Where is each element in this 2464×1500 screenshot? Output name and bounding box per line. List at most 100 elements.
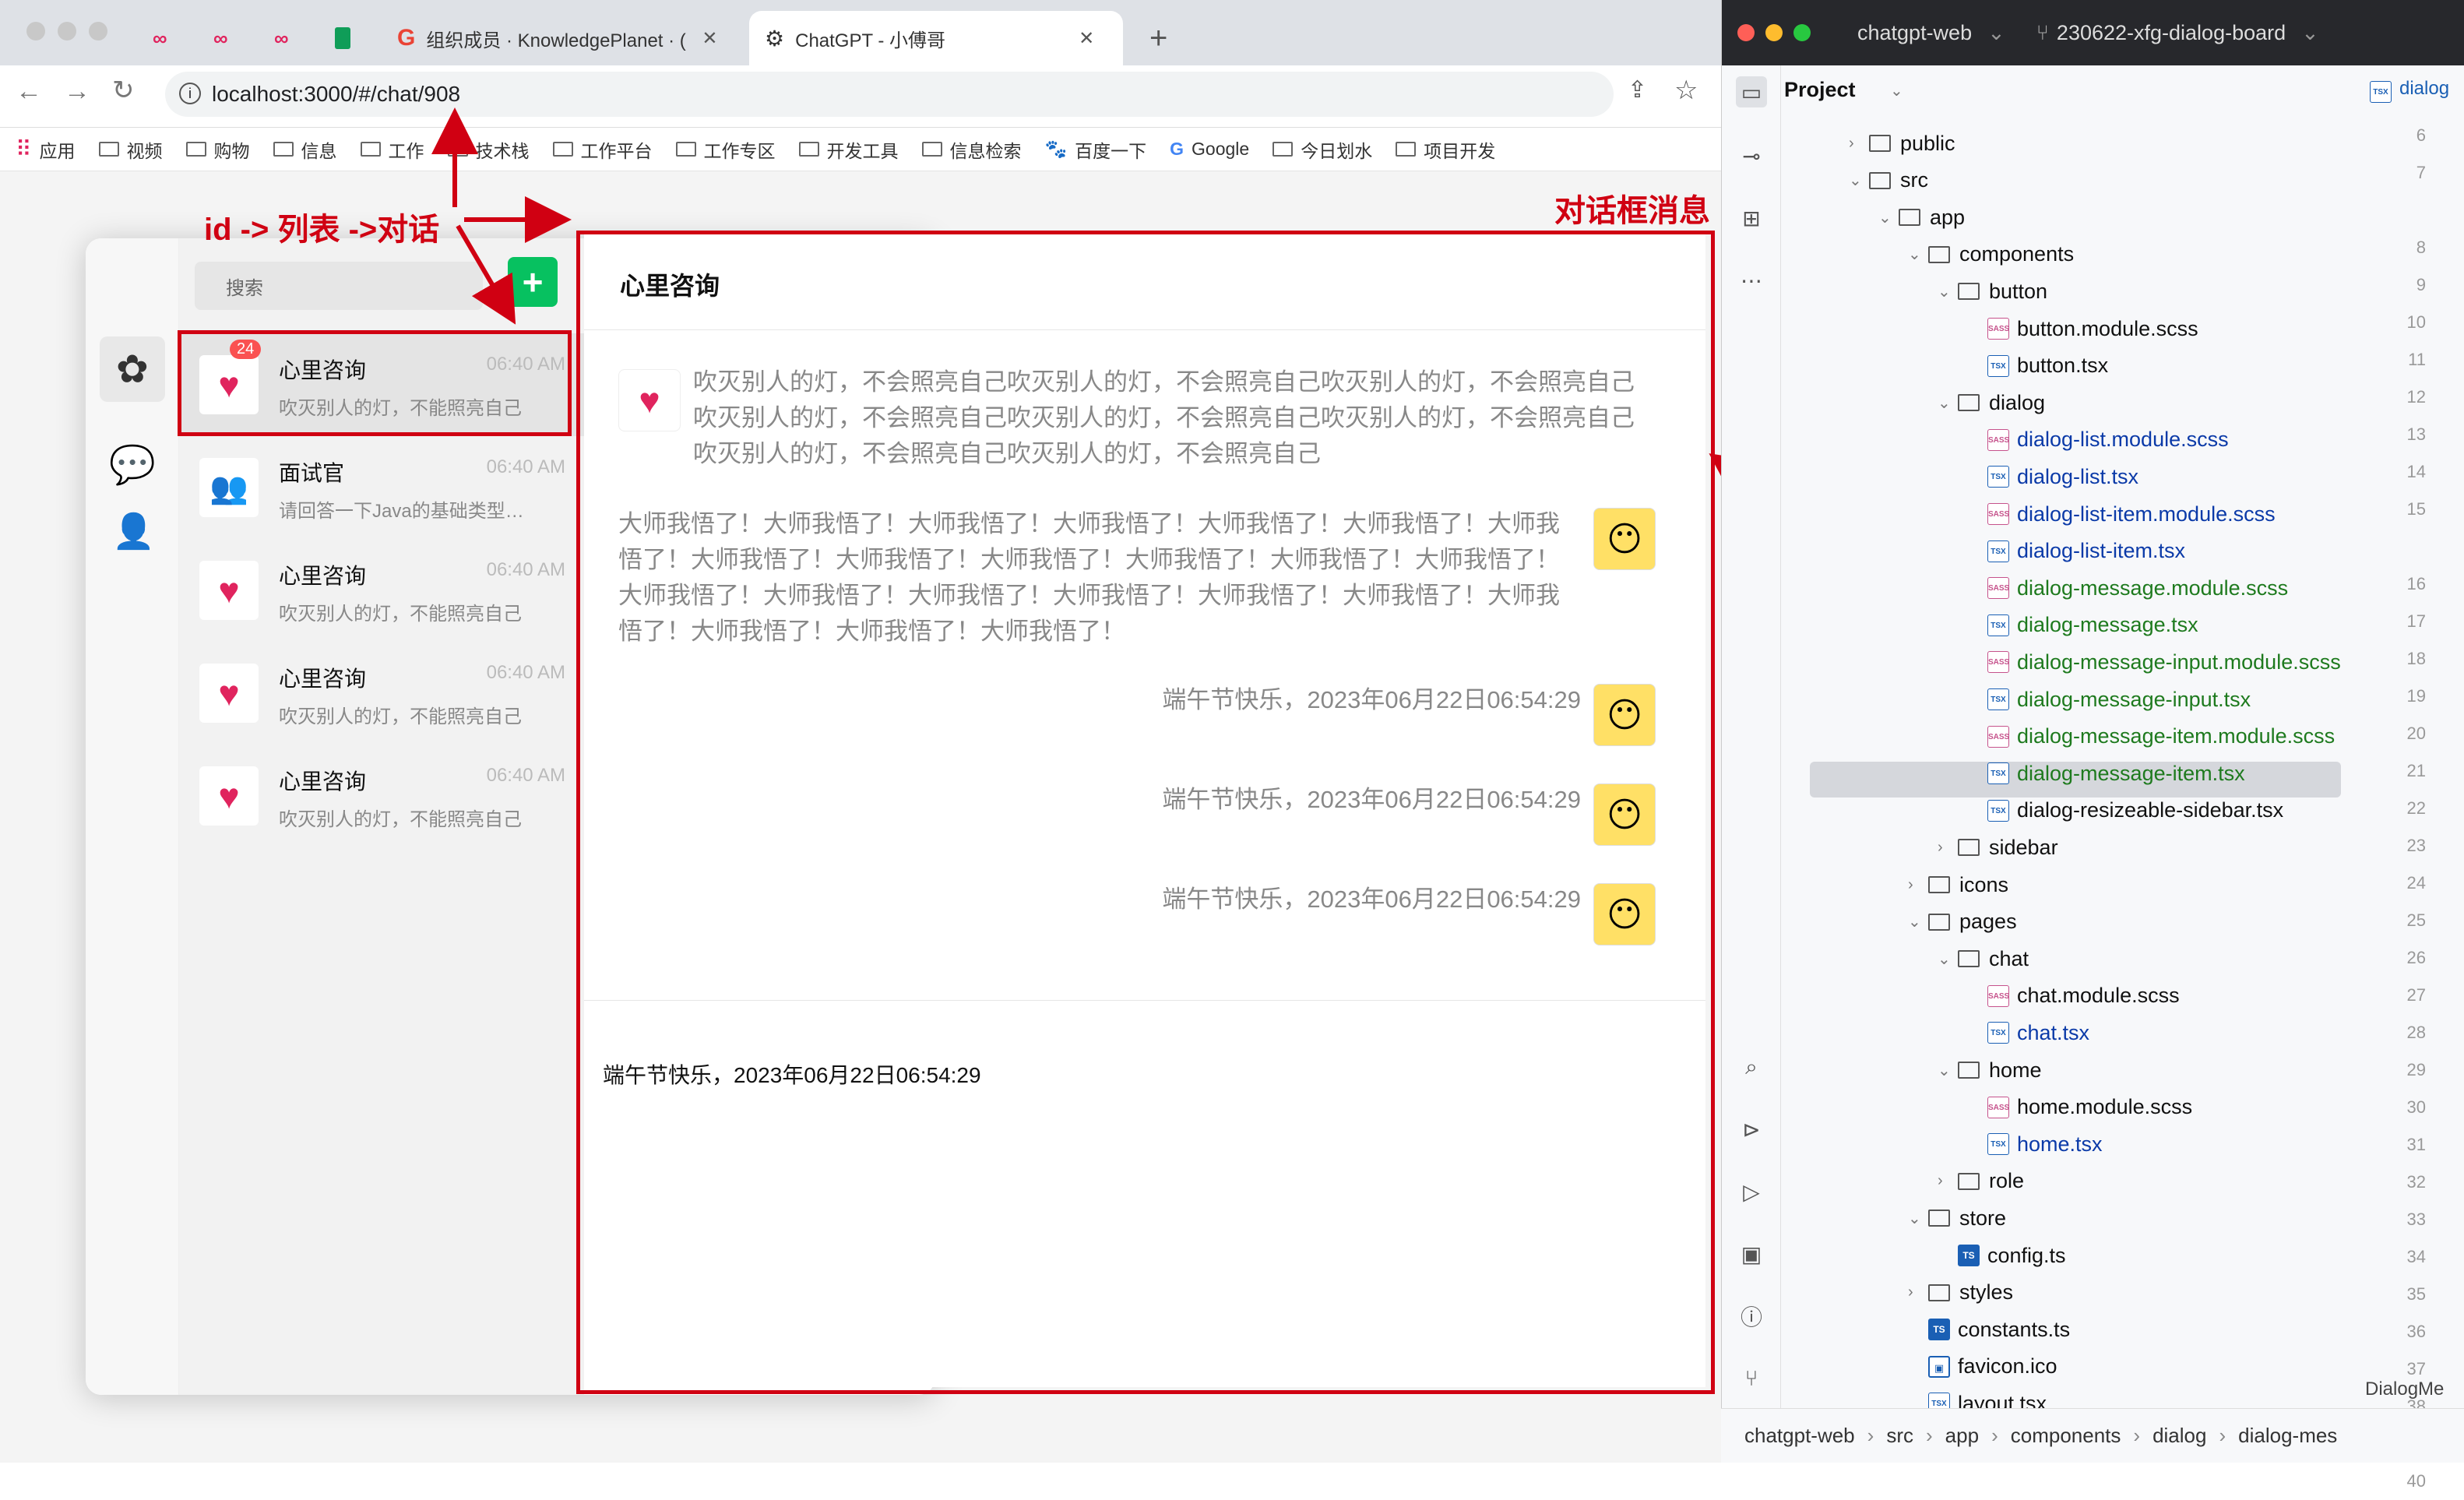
breadcrumb-item[interactable]: app <box>1945 1424 1979 1448</box>
chevron-icon[interactable]: ⌄ <box>1938 393 1958 413</box>
tsx-file-icon: TSX <box>1987 1133 2009 1156</box>
ts-file-icon: TS <box>1958 1245 1980 1266</box>
chevron-icon[interactable]: › <box>1938 1172 1958 1190</box>
tree-node-sass[interactable]: SASS dialog-list-item.module.scss <box>1721 495 2276 533</box>
tree-node-tsx[interactable]: TSX dialog-list.tsx <box>1721 458 2138 495</box>
project-switcher[interactable]: chatgpt-web <box>1857 21 1972 45</box>
tree-node-folder[interactable]: ⌄ components <box>1721 236 2074 273</box>
chevron-icon[interactable]: ⌄ <box>1938 1061 1958 1080</box>
breadcrumb-item[interactable]: src <box>1886 1424 1913 1448</box>
tree-node-ico[interactable]: ▣ favicon.ico <box>1721 1348 2057 1386</box>
folder-icon <box>1958 394 1980 412</box>
tree-node-tsx[interactable]: TSX home.tsx <box>1721 1125 2103 1163</box>
chevron-icon[interactable]: ⌄ <box>1878 208 1899 227</box>
tree-node-sass[interactable]: SASS dialog-message-item.module.scss <box>1721 718 2335 755</box>
tree-node-folder[interactable]: ⌄ pages <box>1721 903 2017 941</box>
line-number: 19 <box>2406 686 2426 706</box>
chevron-icon[interactable]: ⌄ <box>1908 245 1928 264</box>
chevron-right-icon: › <box>2219 1424 2226 1447</box>
tree-node-folder[interactable]: › sidebar <box>1721 829 2058 866</box>
tree-node-label: dialog-list.module.scss <box>2017 428 2229 452</box>
line-number: 29 <box>2406 1060 2426 1079</box>
chevron-icon[interactable]: ⌄ <box>1908 1209 1928 1228</box>
chevron-icon[interactable]: ⌄ <box>1938 282 1958 301</box>
folder-icon[interactable]: ▭ <box>1736 76 1767 107</box>
branch-switcher[interactable]: 230622-xfg-dialog-board <box>2057 21 2286 45</box>
breadcrumb-item[interactable]: dialog <box>2152 1424 2206 1448</box>
chevron-icon[interactable]: › <box>1938 839 1958 857</box>
tree-node-folder[interactable]: ⌄ app <box>1721 199 1965 236</box>
tree-node-folder[interactable]: › public <box>1721 125 1955 162</box>
sass-file-icon: SASS <box>1987 984 2009 1007</box>
line-number: 6 <box>2416 125 2426 145</box>
tree-node-label: role <box>1989 1169 2025 1193</box>
tree-node-label: button.tsx <box>2017 354 2109 378</box>
breadcrumb-item[interactable]: dialog-mes <box>2238 1424 2337 1448</box>
chevron-icon[interactable]: › <box>1908 1283 1928 1301</box>
tree-node-folder[interactable]: ⌄ store <box>1721 1199 2006 1237</box>
tree-node-label: styles <box>1959 1280 2014 1305</box>
line-number: 26 <box>2406 948 2426 967</box>
ide-maximize-button[interactable] <box>1793 24 1811 41</box>
chevron-icon[interactable]: › <box>1908 876 1928 894</box>
tsx-file-icon: TSX <box>1987 1022 2009 1044</box>
project-panel-title[interactable]: Project <box>1784 78 1856 102</box>
tree-node-folder[interactable]: ⌄ button <box>1721 273 2047 310</box>
chevron-icon[interactable]: ⌄ <box>1849 171 1869 190</box>
sass-file-icon: SASS <box>1987 318 2009 340</box>
tree-node-folder[interactable]: › styles <box>1721 1274 2013 1312</box>
folder-icon <box>1958 1062 1980 1079</box>
line-number: 12 <box>2406 387 2426 407</box>
tree-node-tsx[interactable]: TSX chat.tsx <box>1721 1014 2089 1051</box>
tsx-file-icon: TSX <box>1987 614 2009 636</box>
tree-node-folder[interactable]: › role <box>1721 1163 2024 1200</box>
chevron-right-icon: › <box>2133 1424 2141 1447</box>
folder-icon <box>1928 876 1950 893</box>
tree-node-folder[interactable]: ⌄ home <box>1721 1051 2042 1089</box>
folder-icon <box>1958 283 1980 301</box>
chevron-icon[interactable]: ⌄ <box>1908 912 1928 931</box>
ide-close-button[interactable] <box>1737 24 1755 41</box>
tree-node-sass[interactable]: SASS chat.module.scss <box>1721 977 2180 1015</box>
tree-node-label: favicon.ico <box>1958 1354 2057 1379</box>
tree-node-tsx[interactable]: TSX dialog-resizeable-sidebar.tsx <box>1721 792 2283 829</box>
tree-node-tsx[interactable]: TSX dialog-message-input.tsx <box>1721 681 2251 718</box>
tree-node-folder[interactable]: ⌄ dialog <box>1721 384 2045 421</box>
line-number-gutter: 6 7 8 9 10 11 12 13 14 15 16 17 18 19 20 21 22 23 24 25 26 27… <box>2357 117 2435 1491</box>
tree-node-tsx[interactable]: TSX dialog-list-item.tsx <box>1721 533 2185 570</box>
chevron-icon[interactable]: ⌄ <box>1938 949 1958 969</box>
tree-node-sass[interactable]: SASS dialog-message-input.module.scss <box>1721 643 2341 681</box>
tree-node-tsx[interactable]: TSX dialog-message.tsx <box>1721 607 2198 644</box>
tree-node-tsx[interactable]: TSX button.tsx <box>1721 347 2108 385</box>
ico-file-icon: ▣ <box>1928 1355 1950 1378</box>
editor-tab[interactable]: TSX dialog <box>2370 78 2463 103</box>
tree-node-folder[interactable]: ⌄ chat <box>1721 940 2029 977</box>
tree-node-ts[interactable]: TS config.ts <box>1721 1237 2066 1274</box>
tree-node-folder[interactable]: › icons <box>1721 866 2008 903</box>
tree-node-sass[interactable]: SASS dialog-message.module.scss <box>1721 569 2288 607</box>
line-number: 9 <box>2416 275 2426 294</box>
chevron-down-icon: ⌄ <box>1890 83 1903 100</box>
line-number: 33 <box>2406 1210 2426 1229</box>
tree-node-sass[interactable]: SASS home.module.scss <box>1721 1089 2192 1126</box>
tree-node-sass[interactable]: SASS button.module.scss <box>1721 310 2198 347</box>
ide-minimize-button[interactable] <box>1765 24 1783 41</box>
tree-node-tsx[interactable]: TSX dialog-message-item.tsx <box>1721 755 2245 792</box>
chevron-icon[interactable]: › <box>1849 135 1869 153</box>
line-number: 8 <box>2416 238 2426 257</box>
breadcrumb-item[interactable]: components <box>2011 1424 2121 1448</box>
editor-tab-label: dialog <box>2399 78 2450 99</box>
tree-node-label: app <box>1930 205 1966 229</box>
tree-node-ts[interactable]: TS constants.ts <box>1721 1311 2070 1348</box>
arrow-down <box>456 224 516 325</box>
line-number <box>2357 528 2435 565</box>
tree-node-folder[interactable]: ⌄ src <box>1721 162 1928 199</box>
sass-file-icon: SASS <box>1987 651 2009 674</box>
tree-node-label: chat <box>1989 946 2029 970</box>
breadcrumb-item[interactable]: chatgpt-web <box>1744 1424 1855 1448</box>
tree-node-sass[interactable]: SASS dialog-list.module.scss <box>1721 421 2229 459</box>
line-number: 7 <box>2416 163 2426 182</box>
folder-icon <box>1928 1283 1950 1301</box>
tree-node-label: public <box>1900 131 1955 155</box>
tsx-file-icon: TSX <box>1987 540 2009 562</box>
